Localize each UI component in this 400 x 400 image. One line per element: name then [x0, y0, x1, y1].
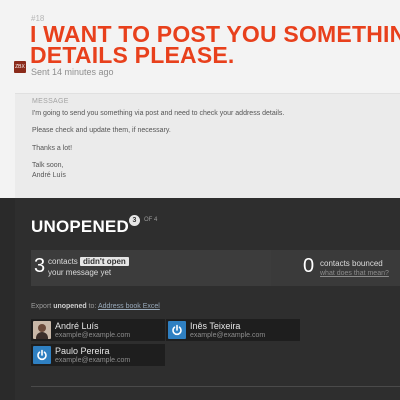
message-header: #18 I WANT TO POST YOU SOMETHING, CH DET… — [0, 0, 400, 198]
contact-card[interactable]: André Luís example@example.com — [31, 319, 165, 341]
contact-photo-avatar — [33, 321, 51, 339]
power-icon — [168, 321, 186, 339]
export-to: to: — [88, 303, 97, 310]
message-label: MESSAGE — [32, 98, 69, 105]
contact-name: André Luís — [55, 321, 99, 331]
not-opened-number: 3 — [34, 255, 46, 277]
contact-email: example@example.com — [55, 332, 131, 339]
not-opened-line-2: your message yet — [48, 268, 112, 277]
unopened-of-total: OF 4 — [144, 217, 158, 223]
not-opened-text: contacts — [48, 257, 78, 266]
stats-row: 3 contacts didn't open your message yet … — [31, 250, 400, 286]
message-line: André Luís — [32, 172, 66, 179]
contact-card[interactable]: Paulo Pereira example@example.com — [31, 344, 165, 366]
bounced-text: contacts bounced — [320, 259, 383, 268]
bounced-number: 0 — [303, 255, 315, 277]
export-prefix: Export — [31, 303, 52, 310]
export-scope: unopened — [53, 303, 87, 310]
message-line: I'm going to send you something via post… — [32, 110, 285, 117]
bounced-help-link[interactable]: what does that mean? — [320, 270, 389, 277]
contact-email: example@example.com — [190, 332, 266, 339]
section-divider — [31, 386, 400, 387]
sender-avatar-text: ZBX — [15, 64, 25, 70]
not-opened-line-1: contacts didn't open — [48, 257, 129, 266]
contact-email: example@example.com — [55, 357, 131, 364]
export-row: Export unopened to: Address book Excel — [31, 303, 160, 310]
sent-time: Sent 14 minutes ago — [31, 67, 114, 77]
power-icon — [33, 346, 51, 364]
unopened-heading: UNOPENED — [31, 217, 129, 236]
message-line: Talk soon, — [32, 162, 64, 169]
message-title: I WANT TO POST YOU SOMETHING, CH DETAILS… — [30, 23, 400, 68]
export-link[interactable]: Address book Excel — [98, 303, 160, 310]
sender-avatar: ZBX — [14, 61, 26, 73]
message-title-line-2: DETAILS PLEASE. — [30, 42, 235, 68]
message-line: Thanks a lot! — [32, 145, 73, 152]
contact-name: Paulo Pereira — [55, 346, 110, 356]
not-opened-stat: 3 contacts didn't open your message yet — [31, 250, 271, 286]
didnt-open-tag: didn't open — [80, 257, 129, 266]
unopened-count-badge: 3 — [129, 215, 140, 226]
unopened-section: UNOPENED 3 OF 4 — [0, 198, 400, 400]
message-line: Please check and update them, if necessa… — [32, 127, 171, 134]
message-body-box: MESSAGE I'm going to send you something … — [15, 93, 400, 198]
contact-card[interactable]: Inês Teixeira example@example.com — [166, 319, 300, 341]
contact-name: Inês Teixeira — [190, 321, 241, 331]
